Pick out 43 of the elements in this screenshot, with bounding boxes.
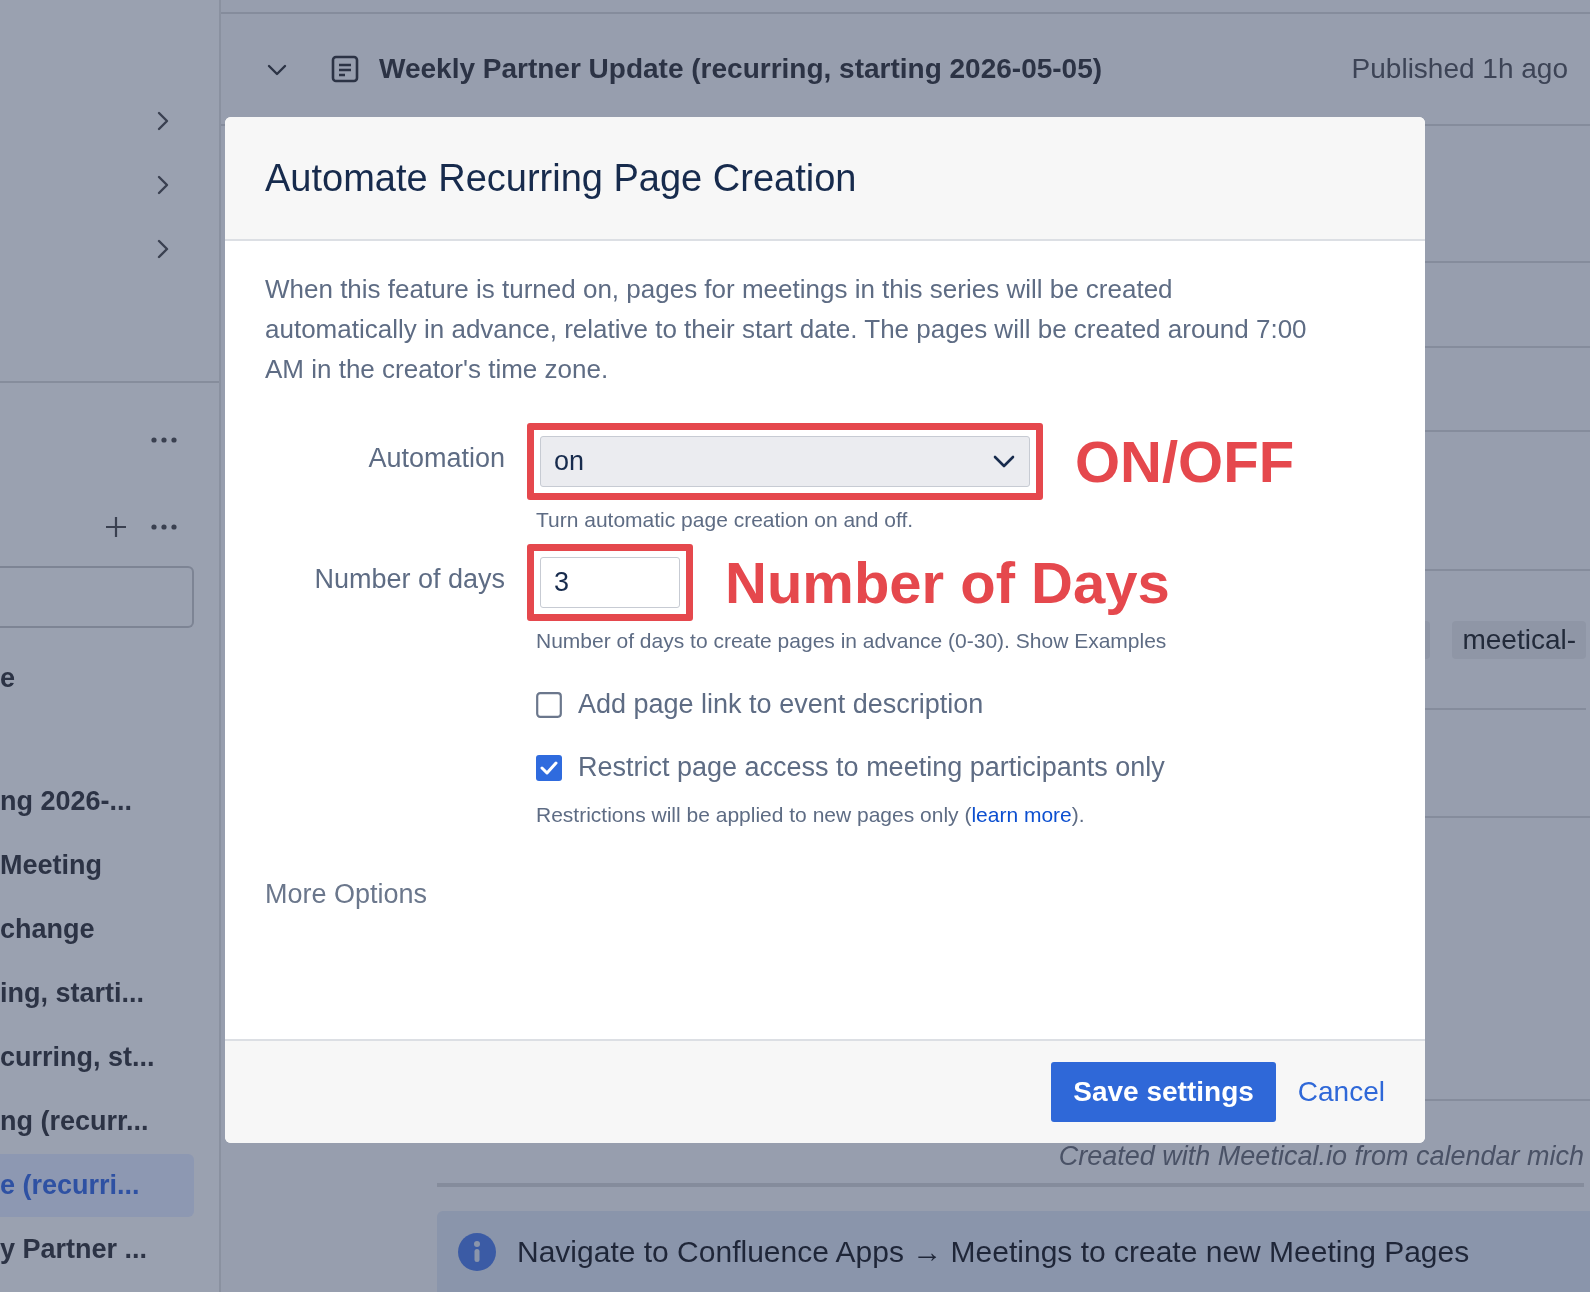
document-icon xyxy=(331,55,359,83)
sidebar-item[interactable]: ng (recurr... xyxy=(0,1090,194,1153)
footer-note: Created with Meetical.io from calendar mich xyxy=(1058,1140,1584,1172)
chevron-right-icon[interactable] xyxy=(155,239,169,259)
sidebar-item[interactable]: curring, st... xyxy=(0,1026,194,1089)
more-icon[interactable] xyxy=(151,524,177,530)
more-options-link[interactable]: More Options xyxy=(265,879,428,910)
note-text: Restrictions will be applied to new pages only (learn more). xyxy=(536,803,1086,827)
chevron-down-icon[interactable] xyxy=(993,454,1015,469)
sidebar-item[interactable]: e (recurri... xyxy=(0,1154,194,1217)
banner-text: Navigate to Confluence Apps → Meetings to create new Meeting Pages xyxy=(517,1234,1470,1269)
field-label: Automation xyxy=(367,442,505,475)
publish-status: Published 1h ago xyxy=(1351,53,1568,85)
checkbox-label[interactable]: Restrict page access to meeting participants only xyxy=(578,752,1165,783)
field-label: Number of days xyxy=(313,563,505,596)
days-input[interactable]: 3 xyxy=(540,557,680,608)
checkbox-label[interactable]: Add page link to event description xyxy=(578,689,984,720)
checkbox[interactable] xyxy=(536,754,562,781)
annotation-text: Number of Days xyxy=(725,549,1170,616)
section-label: e xyxy=(0,662,17,695)
chevron-right-icon[interactable] xyxy=(155,111,169,131)
sidebar-item[interactable]: y Partner ... xyxy=(0,1218,194,1281)
tag[interactable]: meetical- xyxy=(1452,620,1586,659)
help-text: Number of days to create pages in advance (0-30). Show Examples xyxy=(535,629,1168,653)
plus-icon[interactable] xyxy=(105,516,127,538)
description-text: When this feature is turned on, pages for meetings in this series will be created automatically in advance, relative to their start date. The pages will be created around 7:00 AM in the creator's time zone. xyxy=(265,273,1308,386)
info-icon xyxy=(457,1231,497,1272)
sidebar-item[interactable]: ing, starti... xyxy=(0,962,194,1025)
checkbox[interactable] xyxy=(536,691,562,718)
dialog-title: Automate Recurring Page Creation xyxy=(265,156,857,200)
more-icon[interactable] xyxy=(151,437,177,443)
search-field[interactable] xyxy=(0,566,194,628)
learn-more-link[interactable]: learn more xyxy=(971,803,1072,826)
save-button[interactable]: Save settings xyxy=(1051,1062,1276,1122)
help-text: Turn automatic page creation on and off. xyxy=(535,508,915,532)
sidebar-item[interactable]: Meeting xyxy=(0,834,194,897)
page-title[interactable]: Weekly Partner Update (recurring, starting 2026-05-05) xyxy=(379,53,1103,85)
cancel-button[interactable]: Cancel xyxy=(1297,1076,1385,1108)
sidebar-item[interactable]: ng 2026-... xyxy=(0,770,194,833)
sidebar-item[interactable]: change xyxy=(0,898,194,961)
annotation-text: ON/OFF xyxy=(1075,428,1295,495)
chevron-right-icon[interactable] xyxy=(155,175,169,195)
automation-select[interactable]: on xyxy=(540,436,1030,487)
